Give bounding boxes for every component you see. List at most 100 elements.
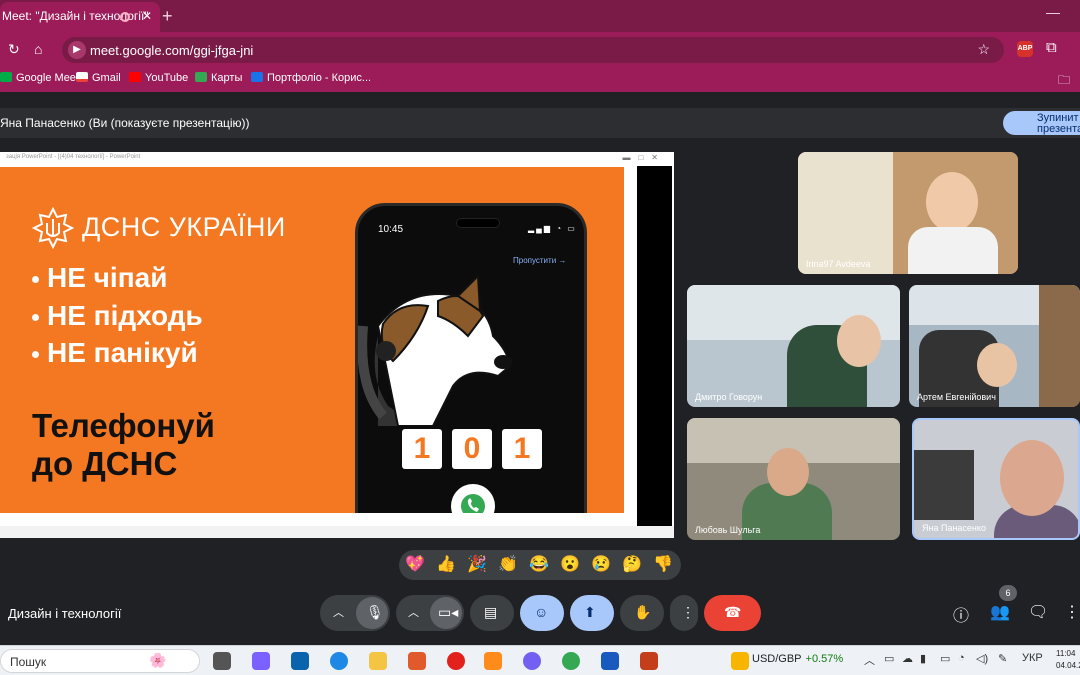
- more-vert-icon: ⋮: [681, 604, 695, 620]
- outlook-icon[interactable]: [291, 652, 309, 670]
- raise-hand-button[interactable]: ✋: [620, 595, 664, 631]
- bookmark-portfolio[interactable]: Портфоліо - Корис...: [251, 72, 371, 84]
- currency-widget[interactable]: USD/GBP +0.57%: [752, 653, 843, 665]
- camera-button[interactable]: ︿ ▭◂: [396, 595, 464, 631]
- chevron-up-icon[interactable]: ︿: [864, 652, 875, 668]
- taskbar-search[interactable]: Пошук 🌸: [0, 649, 200, 673]
- end-call-icon: ☎: [724, 604, 742, 620]
- digit-1: 1: [502, 429, 542, 469]
- presentation-side-panel: [637, 166, 672, 526]
- home-icon[interactable]: ⌂: [34, 41, 42, 57]
- omnibox[interactable]: ▶ meet.google.com/ggi-jfga-jni ☆: [62, 37, 1004, 63]
- microphone-button[interactable]: ︿ 🎙: [320, 595, 390, 631]
- reaction-clap[interactable]: 👏: [498, 555, 518, 575]
- participant-face: [767, 448, 809, 496]
- hand-icon: ✋: [634, 604, 652, 620]
- viber-icon[interactable]: [523, 652, 541, 670]
- chrome-icon[interactable]: [562, 652, 580, 670]
- participant-face: [977, 343, 1017, 387]
- blossom-icon: 🌸: [149, 652, 167, 668]
- slide-call-text: Телефонуй до ДСНС: [32, 407, 215, 482]
- bookmarks-bar: Google Meet Gmail YouTube Карты Портфолі…: [0, 68, 1080, 92]
- present-screen-icon: ⬆: [584, 604, 596, 620]
- camera-icon: ▭◂: [438, 604, 459, 620]
- info-icon[interactable]: ⓘ: [953, 602, 969, 626]
- reaction-thumbs-up[interactable]: 👍: [436, 555, 456, 575]
- emoji-icon: ☺: [534, 604, 549, 620]
- reload-icon[interactable]: ↻: [8, 41, 20, 58]
- participant-name: Irina97 Avdeeva: [806, 259, 871, 269]
- adblock-extension-icon[interactable]: ABP: [1017, 41, 1033, 57]
- slide-bullet: НЕ чіпай: [32, 262, 167, 294]
- slide: ДСНС УКРАЇНИ НЕ чіпай НЕ підходь НЕ пані…: [0, 167, 624, 513]
- participant-tile[interactable]: Irina97 Avdeeva: [798, 152, 1018, 274]
- chevron-up-icon[interactable]: ︿: [408, 604, 419, 620]
- participant-count-badge: 6: [999, 585, 1017, 601]
- chat-icon[interactable]: 🗨: [1028, 602, 1048, 622]
- language-indicator[interactable]: УКР: [1022, 652, 1043, 664]
- phone-notch: [456, 218, 500, 228]
- browser-tab-meet[interactable]: Meet: "Дизайн і технології" ✕: [0, 2, 160, 32]
- app-icon[interactable]: [484, 652, 502, 670]
- bookmark-star-icon[interactable]: ☆: [977, 41, 990, 58]
- powerpoint-status-bar: [0, 526, 674, 538]
- bookmark-maps[interactable]: Карты: [195, 72, 242, 84]
- folder-icon[interactable]: 🗀: [1058, 71, 1070, 92]
- chevron-up-icon[interactable]: ︿: [333, 604, 344, 620]
- opera-icon[interactable]: [447, 652, 465, 670]
- cloud-icon[interactable]: ☁: [902, 652, 913, 665]
- digit-1: 1: [402, 429, 442, 469]
- reaction-surprised[interactable]: 😮: [560, 555, 580, 575]
- tab-close-button[interactable]: ✕: [142, 9, 152, 23]
- task-view-icon[interactable]: [213, 652, 231, 670]
- clock[interactable]: 11:0404.04.20: [1056, 648, 1080, 672]
- paint-icon[interactable]: [408, 652, 426, 670]
- pen-icon[interactable]: ✎: [998, 652, 1007, 665]
- search-placeholder: Пошук: [10, 655, 47, 669]
- presenting-text: Яна Панасенко (Ви (показуєте презентацію…: [0, 116, 250, 130]
- copilot-icon[interactable]: [252, 652, 270, 670]
- powerpoint-icon[interactable]: [640, 652, 658, 670]
- reaction-heart[interactable]: 💖: [405, 555, 425, 575]
- present-screen-button[interactable]: ⬆: [570, 595, 614, 631]
- file-explorer-icon[interactable]: [369, 652, 387, 670]
- more-options-button[interactable]: ⋮: [670, 595, 698, 631]
- bookmark-google-meet[interactable]: Google Meet: [0, 72, 79, 84]
- reaction-party[interactable]: 🎉: [467, 555, 487, 575]
- participant-tile[interactable]: Дмитро Говорун: [687, 285, 900, 407]
- display-icon[interactable]: ▭: [940, 652, 950, 665]
- battery-icon[interactable]: ▮: [920, 652, 926, 665]
- bookmark-gmail[interactable]: Gmail: [76, 72, 121, 84]
- meeting-controls: Дизайн і технології ︿ 🎙 ︿ ▭◂ ▤ ☺ ⬆ ✋ ⋮ ☎…: [0, 585, 1080, 640]
- minimize-icon[interactable]: —: [1046, 4, 1060, 20]
- wifi-icon[interactable]: ◔: [958, 652, 965, 664]
- portfolio-icon: [251, 72, 263, 82]
- phone-illustration: 10:45 ▂▄▆ ◔ ▭ Пропустити → 1 0 1: [355, 203, 587, 513]
- recording-icon: [120, 12, 130, 22]
- reaction-laugh[interactable]: 😂: [529, 555, 549, 575]
- people-icon[interactable]: 👥: [990, 602, 1010, 622]
- participant-name: Артем Евгенійович: [917, 392, 996, 402]
- participant-tile-self[interactable]: Яна Панасенко: [912, 418, 1080, 540]
- new-tab-button[interactable]: +: [162, 6, 173, 27]
- activities-icon[interactable]: ⋮⋮: [1064, 602, 1080, 622]
- word-icon[interactable]: [601, 652, 619, 670]
- participant-tile[interactable]: Артем Евгенійович: [909, 285, 1080, 407]
- camera-site-icon[interactable]: ▶: [68, 41, 86, 59]
- emoji-button[interactable]: ☺: [520, 595, 564, 631]
- edge-icon[interactable]: [330, 652, 348, 670]
- end-call-button[interactable]: ☎: [704, 595, 761, 631]
- participant-tile[interactable]: Любовь Шульга: [687, 418, 900, 540]
- meet-tray-icon[interactable]: ▭: [884, 652, 894, 665]
- reaction-thinking[interactable]: 🤔: [622, 555, 642, 575]
- stop-presenting-button[interactable]: Зупинит презентац: [1003, 111, 1080, 135]
- reaction-thumbs-down[interactable]: 👎: [653, 555, 673, 575]
- volume-icon[interactable]: ◁): [976, 652, 988, 665]
- captions-button[interactable]: ▤: [470, 595, 514, 631]
- url-text[interactable]: meet.google.com/ggi-jfga-jni: [90, 43, 253, 58]
- reaction-sad[interactable]: 😢: [591, 555, 611, 575]
- bookmark-youtube[interactable]: YouTube: [129, 72, 188, 84]
- extensions-icon[interactable]: ⧉: [1046, 39, 1057, 56]
- phone-call-icon: [461, 494, 485, 513]
- youtube-icon: [129, 72, 141, 82]
